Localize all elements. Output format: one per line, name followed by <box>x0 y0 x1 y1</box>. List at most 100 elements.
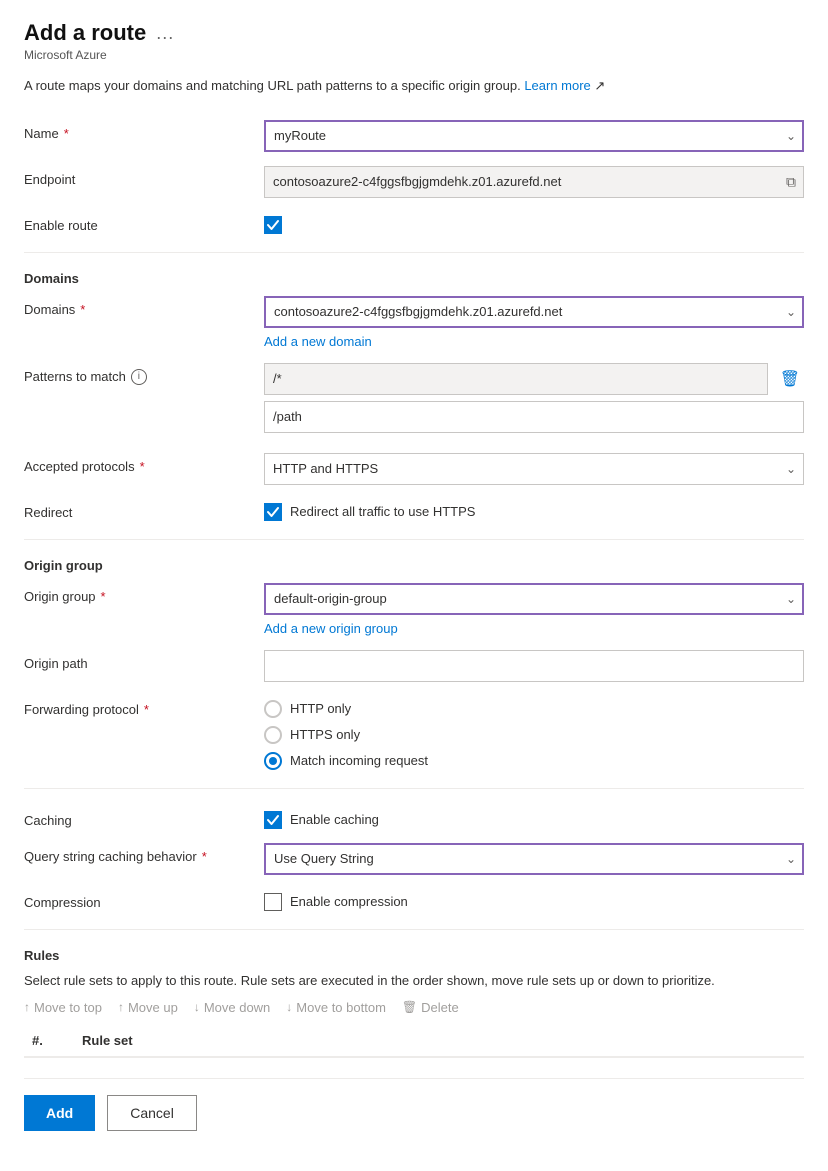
domains-row: Domains * contosoazure2-c4fggsfbgjgmdehk… <box>24 296 804 349</box>
query-string-select[interactable]: Use Query String <box>264 843 804 875</box>
cancel-button[interactable]: Cancel <box>107 1095 197 1131</box>
endpoint-input <box>264 166 804 198</box>
redirect-checkbox-wrapper: Redirect all traffic to use HTTPS <box>264 499 804 521</box>
domains-dropdown-wrapper: contosoazure2-c4fggsfbgjgmdehk.z01.azure… <box>264 296 804 328</box>
compression-label: Compression <box>24 889 264 910</box>
add-button[interactable]: Add <box>24 1095 95 1131</box>
add-domain-link[interactable]: Add a new domain <box>264 334 372 349</box>
radio-http-only[interactable]: HTTP only <box>264 700 804 718</box>
radio-https-only[interactable]: HTTPS only <box>264 726 804 744</box>
caching-control: Enable caching <box>264 807 804 829</box>
redirect-label: Redirect <box>24 499 264 520</box>
delete-btn[interactable]: 🗑 Delete <box>402 1000 459 1015</box>
accepted-protocols-select[interactable]: HTTP and HTTPS <box>264 453 804 485</box>
move-to-top-icon: ↑ <box>24 1000 30 1014</box>
move-up-label: Move up <box>128 1000 178 1015</box>
copy-icon[interactable]: ⧉ <box>786 173 796 190</box>
caching-text: Enable caching <box>290 812 379 827</box>
divider-1 <box>24 252 804 253</box>
pattern-fixed-input <box>264 363 768 395</box>
move-up-btn[interactable]: ↑ Move up <box>118 1000 178 1015</box>
radio-outer-https-only <box>264 726 282 744</box>
query-string-row: Query string caching behavior * Use Quer… <box>24 843 804 875</box>
divider-4 <box>24 929 804 930</box>
patterns-info-icon[interactable]: i <box>131 369 147 385</box>
redirect-row: Redirect Redirect all traffic to use HTT… <box>24 499 804 521</box>
origin-path-input[interactable] <box>264 650 804 682</box>
accepted-protocols-field-area: HTTP and HTTPS ⌄ <box>264 453 804 485</box>
redirect-checkbox[interactable] <box>264 503 282 521</box>
patterns-field-area: 🗑 <box>264 363 804 439</box>
move-to-top-label: Move to top <box>34 1000 102 1015</box>
origin-group-select[interactable]: default-origin-group <box>264 583 804 615</box>
accepted-protocols-dropdown-wrapper: HTTP and HTTPS ⌄ <box>264 453 804 485</box>
compression-control: Enable compression <box>264 889 804 911</box>
description: A route maps your domains and matching U… <box>24 76 804 96</box>
redirect-check-icon <box>267 506 279 518</box>
compression-row: Compression Enable compression <box>24 889 804 911</box>
divider-3 <box>24 788 804 789</box>
footer-bar: Add Cancel <box>24 1078 804 1141</box>
pattern-row-2 <box>264 401 804 433</box>
name-label: Name * <box>24 120 264 141</box>
delete-icon: 🗑 <box>402 1000 417 1014</box>
page-title: Add a route <box>24 20 146 46</box>
origin-group-label: Origin group * <box>24 583 264 604</box>
rules-section: Rules Select rule sets to apply to this … <box>24 948 804 1058</box>
name-row: Name * ⌄ <box>24 120 804 152</box>
pattern-editable-input[interactable] <box>264 401 804 433</box>
accepted-protocols-label: Accepted protocols * <box>24 453 264 474</box>
name-input[interactable] <box>264 120 804 152</box>
forwarding-protocol-label: Forwarding protocol * <box>24 696 264 717</box>
move-to-bottom-icon: ↓ <box>286 1000 292 1014</box>
check-icon <box>267 219 279 231</box>
query-string-dropdown-wrapper: Use Query String ⌄ <box>264 843 804 875</box>
radio-match-incoming[interactable]: Match incoming request <box>264 752 804 770</box>
radio-outer-http-only <box>264 700 282 718</box>
rules-toolbar: ↑ Move to top ↑ Move up ↓ Move down ↓ Mo… <box>24 1000 804 1015</box>
move-down-label: Move down <box>204 1000 270 1015</box>
caching-label: Caching <box>24 807 264 828</box>
domains-section-header: Domains <box>24 271 804 286</box>
radio-label-https-only: HTTPS only <box>290 727 360 742</box>
origin-group-row: Origin group * default-origin-group ⌄ Ad… <box>24 583 804 636</box>
forwarding-protocol-control: HTTP only HTTPS only Match incoming requ… <box>264 696 804 770</box>
add-origin-link[interactable]: Add a new origin group <box>264 621 398 636</box>
rules-table-header-row: #. Rule set <box>24 1025 804 1057</box>
origin-section-header: Origin group <box>24 558 804 573</box>
learn-more-link[interactable]: Learn more <box>524 78 590 93</box>
name-field-area: ⌄ <box>264 120 804 152</box>
move-up-icon: ↑ <box>118 1000 124 1014</box>
origin-path-label: Origin path <box>24 650 264 671</box>
redirect-text: Redirect all traffic to use HTTPS <box>290 504 475 519</box>
enable-route-checkbox-wrapper <box>264 212 804 234</box>
move-to-bottom-btn[interactable]: ↓ Move to bottom <box>286 1000 386 1015</box>
compression-text: Enable compression <box>290 894 408 909</box>
subtitle: Microsoft Azure <box>24 48 804 62</box>
endpoint-label: Endpoint <box>24 166 264 187</box>
pattern-row-1: 🗑 <box>264 363 804 395</box>
compression-checkbox-wrapper: Enable compression <box>264 889 804 911</box>
forwarding-protocol-row: Forwarding protocol * HTTP only HTTPS on… <box>24 696 804 770</box>
caching-check-icon <box>267 814 279 826</box>
ellipsis-button[interactable]: ... <box>156 23 174 44</box>
enable-route-row: Enable route <box>24 212 804 234</box>
endpoint-field-area: ⧉ <box>264 166 804 198</box>
move-down-btn[interactable]: ↓ Move down <box>194 1000 270 1015</box>
enable-route-label: Enable route <box>24 212 264 233</box>
rules-description: Select rule sets to apply to this route.… <box>24 973 804 988</box>
forwarding-radio-group: HTTP only HTTPS only Match incoming requ… <box>264 696 804 770</box>
radio-label-http-only: HTTP only <box>290 701 351 716</box>
patterns-row: Patterns to match i 🗑 <box>24 363 804 439</box>
enable-route-checkbox[interactable] <box>264 216 282 234</box>
domains-label: Domains * <box>24 296 264 317</box>
redirect-control: Redirect all traffic to use HTTPS <box>264 499 804 521</box>
move-down-icon: ↓ <box>194 1000 200 1014</box>
enable-route-control <box>264 212 804 234</box>
caching-checkbox[interactable] <box>264 811 282 829</box>
compression-checkbox[interactable] <box>264 893 282 911</box>
move-to-top-btn[interactable]: ↑ Move to top <box>24 1000 102 1015</box>
pattern-delete-icon[interactable]: 🗑 <box>776 367 804 391</box>
domains-select[interactable]: contosoazure2-c4fggsfbgjgmdehk.z01.azure… <box>264 296 804 328</box>
endpoint-wrapper: ⧉ <box>264 166 804 198</box>
